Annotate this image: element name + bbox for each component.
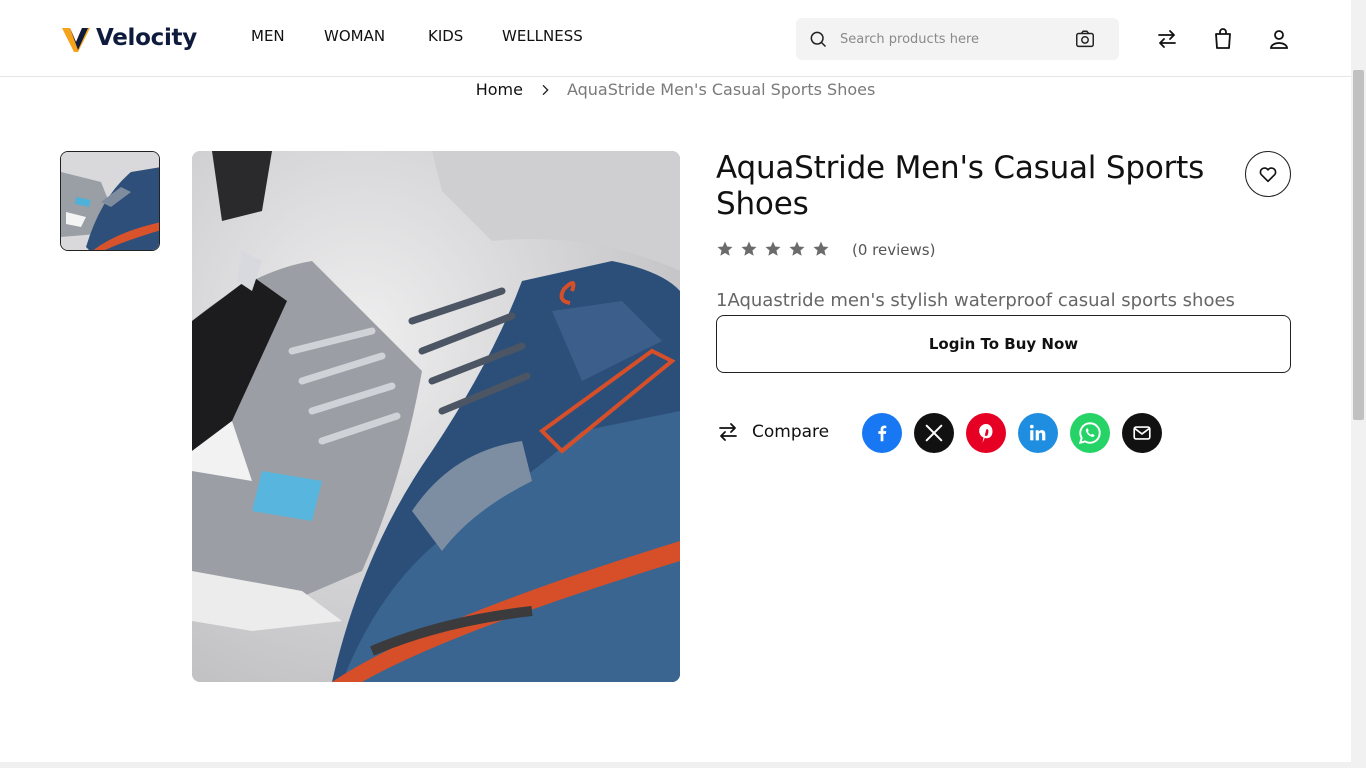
- star-icon: [765, 241, 781, 256]
- brand-name: Velocity: [96, 25, 197, 51]
- pinterest-icon: [979, 424, 993, 443]
- x-icon: [925, 424, 943, 442]
- wishlist-button[interactable]: [1245, 151, 1291, 197]
- compare-arrows-icon[interactable]: [1155, 27, 1179, 51]
- shopping-bag-icon[interactable]: [1211, 27, 1235, 51]
- search-icon[interactable]: [808, 29, 828, 49]
- share-pinterest[interactable]: [966, 413, 1006, 453]
- breadcrumb: Home AquaStride Men's Casual Sports Shoe…: [0, 80, 1351, 99]
- compare-label: Compare: [752, 422, 830, 442]
- nav-kids[interactable]: KIDS: [428, 27, 463, 45]
- site-header: Velocity MEN WOMAN KIDS WELLNESS: [0, 0, 1351, 77]
- search-bar: [796, 18, 1119, 60]
- product-title: AquaStride Men's Casual Sports Shoes: [716, 150, 1205, 222]
- share-facebook[interactable]: [862, 413, 902, 453]
- facebook-icon: [878, 425, 887, 442]
- scrollbar-thumb[interactable]: [1353, 70, 1364, 420]
- heart-icon: [1259, 167, 1277, 183]
- footer-edge: [0, 762, 1351, 768]
- product-main-image: [192, 151, 680, 682]
- velocity-logo-icon: [62, 28, 90, 52]
- reviews-count[interactable]: (0 reviews): [852, 241, 935, 259]
- product-thumbnail[interactable]: [60, 151, 160, 251]
- linkedin-icon: [1029, 424, 1046, 441]
- breadcrumb-home[interactable]: Home: [476, 80, 523, 99]
- shoe-thumbnail-image: [61, 152, 159, 250]
- share-x[interactable]: [914, 413, 954, 453]
- login-to-buy-button[interactable]: Login To Buy Now: [716, 315, 1291, 373]
- product-description: 1Aquastride men's stylish waterproof cas…: [716, 290, 1235, 311]
- share-email[interactable]: [1122, 413, 1162, 453]
- shoe-photo: [192, 151, 680, 682]
- user-icon[interactable]: [1267, 27, 1291, 51]
- rating-stars: [716, 240, 830, 258]
- compare-arrows-icon: [719, 423, 737, 441]
- star-icon: [813, 241, 829, 256]
- chevron-right-icon: [542, 84, 549, 95]
- star-icon: [789, 241, 805, 256]
- nav-wellness[interactable]: WELLNESS: [502, 27, 583, 45]
- star-icon: [717, 241, 733, 256]
- share-whatsapp[interactable]: [1070, 413, 1110, 453]
- brand-logo[interactable]: Velocity: [60, 22, 197, 54]
- share-linkedin[interactable]: [1018, 413, 1058, 453]
- search-input[interactable]: [840, 26, 1060, 52]
- camera-icon[interactable]: [1074, 28, 1096, 50]
- nav-men[interactable]: MEN: [251, 27, 285, 45]
- breadcrumb-current: AquaStride Men's Casual Sports Shoes: [566, 80, 876, 99]
- email-icon: [1133, 426, 1151, 440]
- star-icon: [741, 241, 757, 256]
- compare-button[interactable]: Compare: [716, 420, 829, 444]
- whatsapp-icon: [1078, 422, 1101, 445]
- nav-woman[interactable]: WOMAN: [324, 27, 385, 45]
